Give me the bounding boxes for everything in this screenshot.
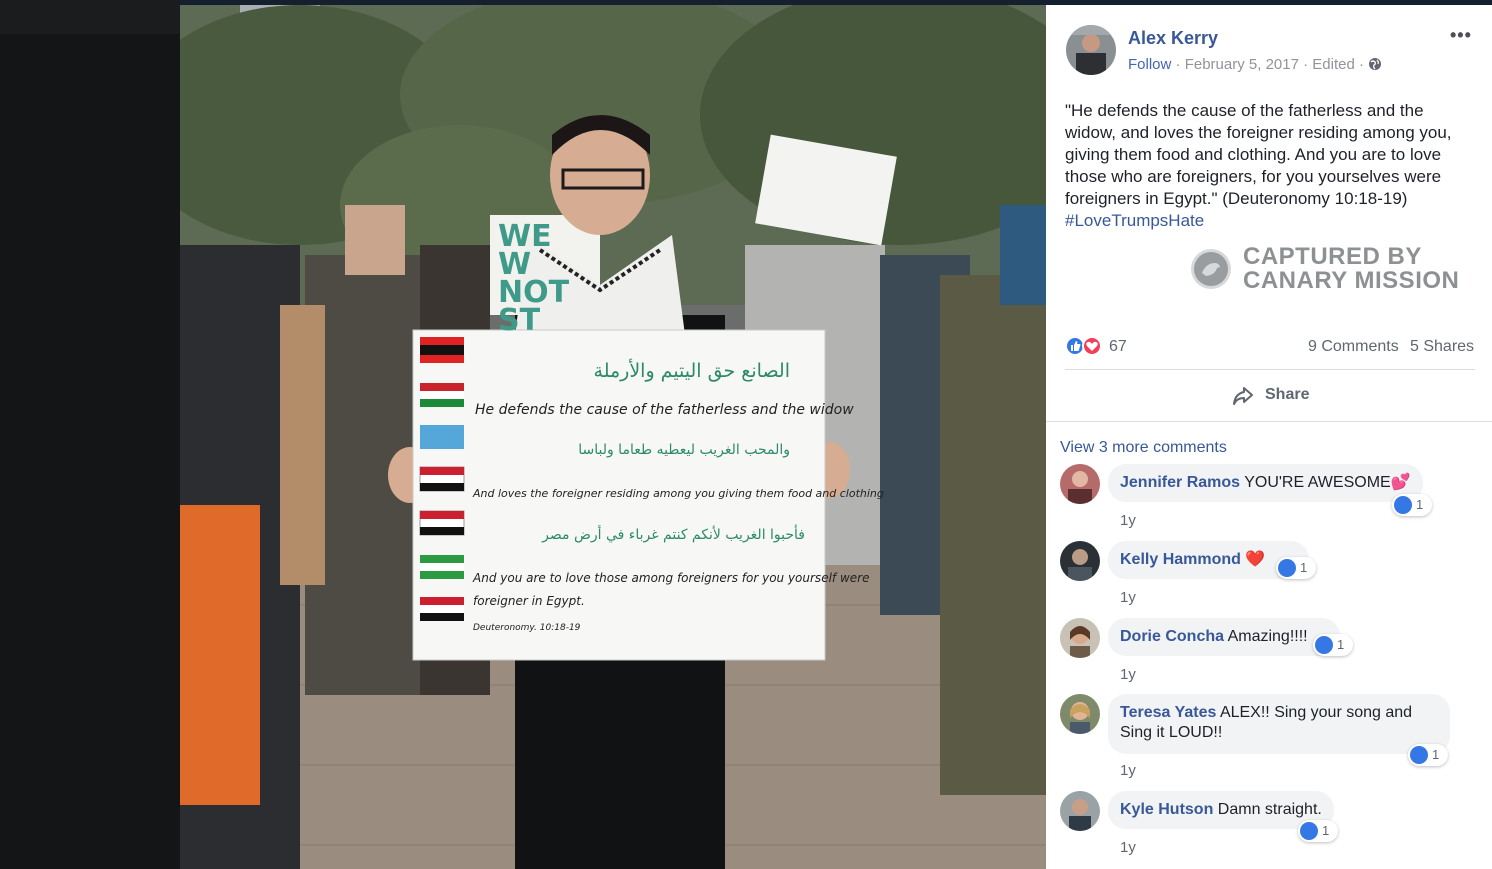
sign-line-1: He defends the cause of the fatherless a… — [475, 402, 854, 418]
commenter-name[interactable]: Teresa Yates — [1120, 704, 1216, 721]
comment-bubble: Teresa Yates ALEX!! Sing your song and S… — [1108, 694, 1450, 754]
comment-time[interactable]: 1y — [1120, 666, 1136, 683]
comment-reaction-count: 1 — [1416, 497, 1424, 512]
watermark-line-2: CANARY MISSION — [1243, 267, 1460, 294]
comment-reactions[interactable]: 1 — [1392, 494, 1432, 516]
sign-line-4: foreigner in Egypt. — [473, 594, 585, 608]
author-name-link[interactable]: Alex Kerry — [1128, 28, 1218, 49]
like-icon — [1410, 746, 1428, 764]
sign-arabic-line-3: فأحبوا الغريب لأنكم كنتم غرباء في أرض مص… — [542, 527, 805, 543]
post-text-body: "He defends the cause of the fatherless … — [1065, 101, 1452, 208]
sign-line-2: And loves the foreigner residing among y… — [473, 487, 884, 500]
meta-separator: · — [1175, 56, 1181, 73]
like-icon — [1300, 822, 1318, 840]
commenter-name[interactable]: Kelly Hammond — [1120, 551, 1241, 568]
more-options-button[interactable]: ••• — [1450, 25, 1472, 46]
author-avatar[interactable] — [1066, 25, 1116, 75]
comment-reaction-count: 1 — [1432, 747, 1440, 762]
commenter-avatar[interactable] — [1060, 618, 1100, 658]
comments-count-link[interactable]: 9 Comments — [1308, 338, 1399, 356]
comment-text: ❤️ — [1245, 551, 1266, 568]
commenter-avatar[interactable] — [1060, 694, 1100, 734]
meta-separator: · — [1303, 56, 1309, 73]
author-avatar-image — [1066, 25, 1116, 75]
sign-line-3: And you are to love those among foreigne… — [473, 571, 870, 585]
comment-text: Damn straight. — [1217, 801, 1322, 818]
commenter-avatar[interactable] — [1060, 464, 1100, 504]
comment-reactions[interactable]: 1 — [1276, 557, 1316, 579]
canary-logo-icon — [1191, 249, 1231, 289]
comment-reactions[interactable]: 1 — [1298, 820, 1338, 842]
edited-label[interactable]: Edited — [1312, 56, 1355, 73]
comment-bubble: Dorie Concha Amazing!!!! — [1108, 618, 1340, 656]
post-photo[interactable]: الصانع حق اليتيم والأرملة He defends the… — [180, 5, 1046, 869]
post-message: "He defends the cause of the fatherless … — [1065, 100, 1475, 232]
comment-time[interactable]: 1y — [1120, 762, 1136, 779]
comment-reaction-count: 1 — [1300, 560, 1308, 575]
commenter-avatar[interactable] — [1060, 541, 1100, 581]
commenter-avatar[interactable] — [1060, 791, 1100, 831]
comments-divider — [1046, 421, 1492, 422]
watermark-line-1: CAPTURED BY — [1243, 243, 1422, 270]
follow-link[interactable]: Follow — [1128, 56, 1171, 73]
protest-sign-text: WE W NOT ST — [498, 219, 570, 338]
sign-arabic-line-1: الصانع حق اليتيم والأرملة — [593, 360, 790, 382]
comment-time[interactable]: 1y — [1120, 589, 1136, 606]
comment-time[interactable]: 1y — [1120, 839, 1136, 856]
comment-reactions[interactable]: 1 — [1408, 744, 1448, 766]
comment-time[interactable]: 1y — [1120, 512, 1136, 529]
post-meta: Follow · February 5, 2017 · Edited · — [1128, 56, 1382, 73]
view-more-comments-link[interactable]: View 3 more comments — [1060, 439, 1227, 457]
comment-reactions[interactable]: 1 — [1313, 634, 1353, 656]
post-side-panel: Alex Kerry Follow · February 5, 2017 · E… — [1046, 5, 1492, 869]
sign-arabic-line-2: والمحب الغريب ليعطيه طعاما ولباسا — [578, 442, 790, 458]
like-icon — [1278, 559, 1296, 577]
comment-text: YOU'RE AWESOME💕 — [1244, 474, 1411, 491]
love-reaction-icon — [1082, 336, 1102, 356]
action-divider — [1065, 369, 1475, 370]
post-date[interactable]: February 5, 2017 — [1185, 56, 1299, 73]
meta-separator: · — [1359, 56, 1365, 73]
share-icon — [1233, 387, 1253, 405]
like-icon — [1315, 636, 1333, 654]
globe-icon — [1369, 58, 1382, 70]
share-button-label: Share — [1265, 386, 1310, 403]
comment-bubble: Jennifer Ramos YOU'RE AWESOME💕 — [1108, 464, 1423, 502]
like-icon — [1394, 496, 1412, 514]
shares-count-link[interactable]: 5 Shares — [1410, 338, 1474, 356]
commenter-name[interactable]: Jennifer Ramos — [1120, 474, 1240, 491]
photo-illustration — [180, 5, 1046, 869]
commenter-name[interactable]: Kyle Hutson — [1120, 801, 1213, 818]
commenter-name[interactable]: Dorie Concha — [1120, 628, 1224, 645]
hashtag-link[interactable]: #LoveTrumpsHate — [1065, 211, 1204, 230]
reaction-count: 67 — [1109, 338, 1127, 355]
comment-text: Amazing!!!! — [1227, 628, 1308, 645]
sign-line-5: Deuteronomy. 10:18-19 — [473, 623, 581, 633]
lightbox-background — [0, 0, 180, 869]
comment-reaction-count: 1 — [1337, 637, 1345, 652]
comment-reaction-count: 1 — [1322, 823, 1330, 838]
lightbox-top-strip — [0, 0, 180, 34]
watermark-text: CAPTURED BY CANARY MISSION — [1243, 245, 1459, 293]
